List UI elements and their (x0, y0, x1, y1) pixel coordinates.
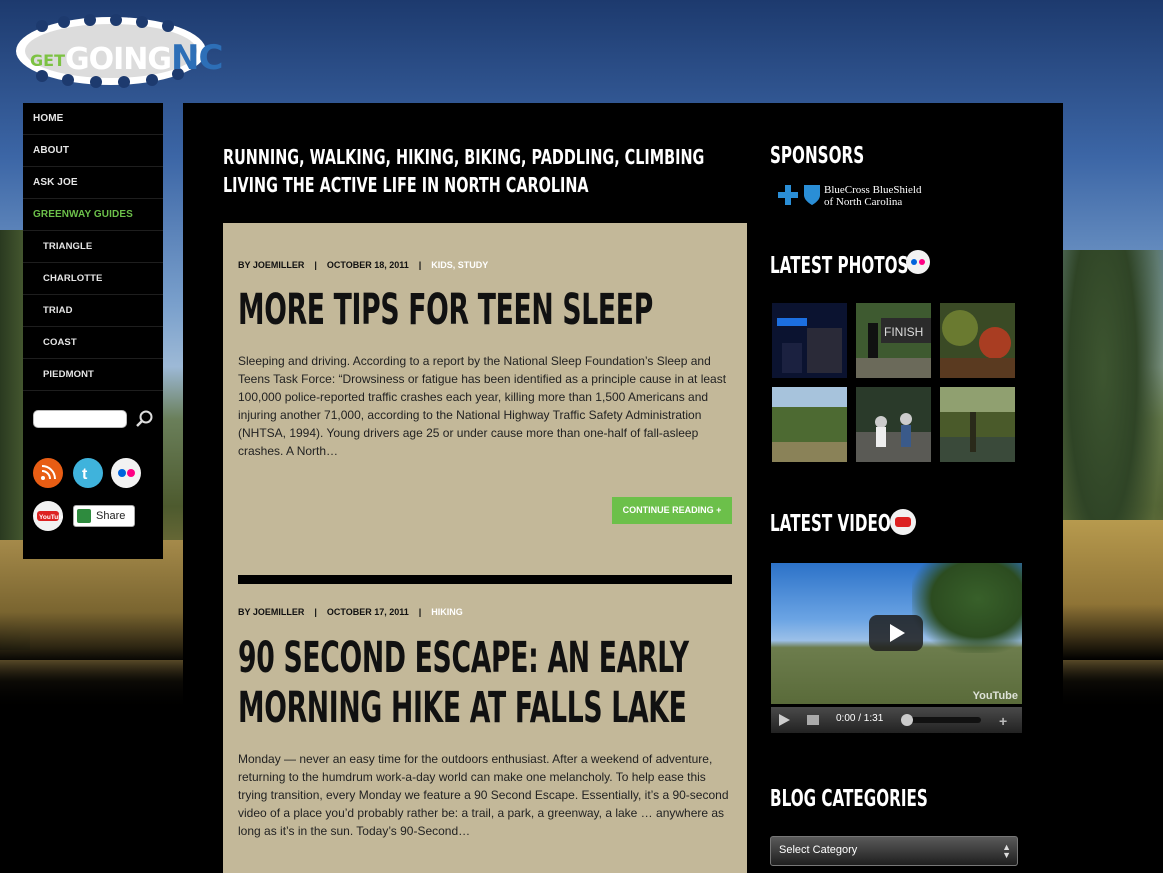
blue-shield-icon (804, 185, 820, 205)
meta-separator: | (418, 607, 422, 617)
video-thumbnail[interactable]: YouTube (771, 563, 1022, 704)
post-categories[interactable]: HIKING (431, 607, 463, 617)
share-icon (77, 509, 91, 523)
blog-categories-heading: BLOG CATEGORIES (770, 786, 928, 812)
youtube-watermark: YouTube (972, 690, 1018, 702)
logo-nc: NC (171, 38, 223, 78)
photo-thumbnail[interactable]: FINISH (856, 303, 931, 378)
sponsor-bcbs[interactable]: BlueCross BlueShield of North Carolina (777, 183, 937, 213)
meta-separator: | (314, 260, 317, 270)
main-content: RUNNING, WALKING, HIKING, BIKING, PADDLI… (183, 103, 1063, 873)
latest-photos-heading: LATEST PHOTOS (770, 253, 909, 279)
nav-item-coast[interactable]: COAST (23, 327, 163, 359)
post-list: BY JOEMILLER | OCTOBER 18, 2011 | KIDS, STUD… (223, 223, 747, 873)
logo-going: GOING (64, 42, 172, 77)
background-grass-right (1063, 520, 1163, 660)
play-button[interactable] (869, 615, 923, 651)
logo-get: GET (30, 51, 65, 70)
meta-separator: | (418, 260, 422, 270)
photo-thumbnail[interactable] (772, 387, 847, 462)
share-label: Share (96, 510, 126, 522)
nav-item-ask-joe[interactable]: ASK JOE (23, 167, 163, 199)
play-icon[interactable] (779, 714, 790, 726)
photo-thumbnail[interactable] (940, 303, 1015, 378)
photo-thumbnail[interactable] (772, 303, 847, 378)
photo-thumbnail[interactable] (856, 387, 931, 462)
nav-item-triad[interactable]: TRIAD (23, 295, 163, 327)
video-tree (912, 563, 1022, 653)
blue-cross-icon (778, 185, 798, 205)
site-logo[interactable]: GETGOINGNC (12, 14, 223, 88)
post-categories[interactable]: KIDS, STUDY (431, 260, 488, 270)
flickr-icon[interactable] (111, 458, 141, 488)
video-time: 0:00 / 1:31 (836, 713, 884, 724)
sponsors-heading: SPONSORS (770, 143, 865, 169)
sponsor-name-line-2: of North Carolina (824, 196, 903, 208)
sponsor-name: BlueCross BlueShield of North Carolina (824, 184, 921, 208)
svg-text:t: t (82, 466, 88, 483)
post-title[interactable]: 90 SECOND ESCAPE: AN EARLY MORNING HIKE … (238, 633, 689, 733)
continue-reading-button[interactable]: CONTINUE READING + (612, 497, 732, 524)
nav-item-about[interactable]: ABOUT (23, 135, 163, 167)
post-author[interactable]: BY JOEMILLER (238, 260, 304, 270)
category-select[interactable]: Select Category ▲ ▼ (770, 836, 1018, 866)
nav-item-home[interactable]: HOME (23, 103, 163, 135)
youtube-icon[interactable]: YouTube (33, 501, 66, 531)
post-date: OCTOBER 18, 2011 (326, 260, 409, 270)
share-button[interactable]: Share (73, 505, 135, 527)
nav-item-triangle[interactable]: TRIANGLE (23, 231, 163, 263)
nav-item-greenway-guides[interactable]: GREENWAY GUIDES (23, 199, 163, 231)
nav-item-piedmont[interactable]: PIEDMONT (23, 359, 163, 391)
post-title-line-2: MORNING HIKE AT FALLS LAKE (238, 683, 687, 733)
post-excerpt: Monday — never an easy time for the outd… (238, 752, 729, 838)
search-icon[interactable] (135, 409, 155, 429)
post-divider (238, 575, 732, 584)
post-title-line-1: 90 SECOND ESCAPE: AN EARLY (238, 633, 689, 683)
post-meta: BY JOEMILLER | OCTOBER 18, 2011 | KIDS, STUD… (238, 260, 488, 270)
photo-thumbnail[interactable] (940, 387, 1015, 462)
twitter-icon[interactable]: t (73, 458, 103, 488)
post-meta: BY JOEMILLER | OCTOBER 17, 2011 | HIKING (238, 607, 463, 617)
post-title[interactable]: MORE TIPS FOR TEEN SLEEP (238, 285, 653, 335)
fullscreen-icon[interactable]: + (999, 713, 1007, 729)
rss-icon[interactable] (33, 458, 63, 488)
video-player: YouTube 0:00 / 1:31 + (771, 563, 1022, 733)
tagline-line-1: RUNNING, WALKING, HIKING, BIKING, PADDLI… (223, 145, 705, 169)
meta-separator: | (314, 607, 317, 617)
left-navigation: HOME ABOUT ASK JOE GREENWAY GUIDES TRIAN… (23, 103, 163, 559)
logo-wordmark: GETGOINGNC (30, 38, 223, 78)
sponsor-name-line-1: BlueCross BlueShield (824, 184, 922, 196)
video-seek-bar[interactable] (901, 714, 981, 726)
video-controls: 0:00 / 1:31 + (771, 707, 1022, 733)
latest-video-heading: LATEST VIDEO (770, 511, 891, 537)
search-input[interactable] (33, 410, 127, 428)
volume-icon[interactable] (807, 715, 819, 725)
site-tagline: RUNNING, WALKING, HIKING, BIKING, PADDLI… (223, 143, 705, 199)
post-date: OCTOBER 17, 2011 (326, 607, 409, 617)
select-arrows-icon: ▲ ▼ (1002, 842, 1011, 860)
youtube-icon[interactable] (890, 509, 916, 535)
search-box (33, 408, 153, 430)
category-select-value: Select Category (779, 844, 858, 856)
post-author[interactable]: BY JOEMILLER (238, 607, 304, 617)
nav-item-charlotte[interactable]: CHARLOTTE (23, 263, 163, 295)
svg-text:FINISH: FINISH (884, 325, 923, 339)
svg-text:YouTube: YouTube (39, 514, 63, 521)
flickr-icon[interactable] (906, 250, 930, 274)
post-excerpt: Sleeping and driving. According to a rep… (238, 354, 727, 458)
tagline-line-2: LIVING THE ACTIVE LIFE IN NORTH CAROLINA (223, 173, 589, 197)
